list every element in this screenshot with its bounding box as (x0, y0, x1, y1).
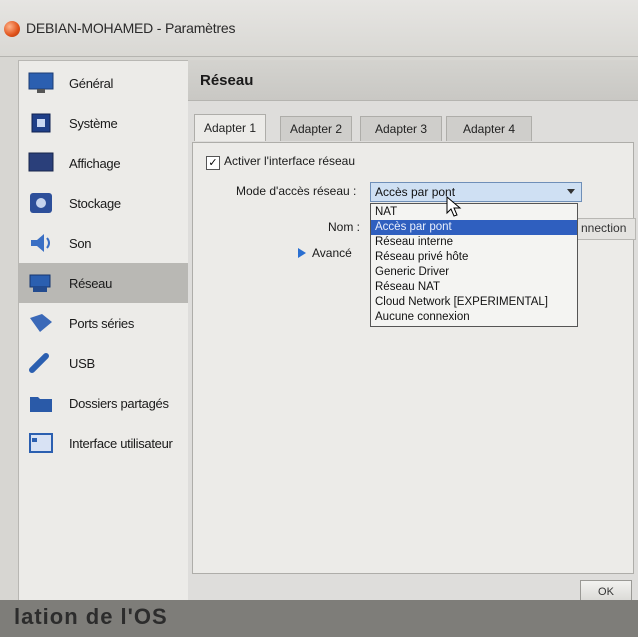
network-mode-dropdown: NAT Accès par pont Réseau interne Réseau… (370, 203, 578, 327)
background-text: lation de l'OS (14, 604, 168, 629)
settings-window: DEBIAN-MOHAMED - Paramètres Général Syst… (0, 0, 638, 637)
sidebar-item-user-interface[interactable]: Interface utilisateur (19, 423, 189, 463)
sidebar-item-label: Ports séries (69, 315, 135, 331)
sidebar-item-label: Système (69, 115, 118, 131)
serial-port-icon (27, 311, 55, 335)
window-title: DEBIAN-MOHAMED - Paramètres (26, 20, 236, 36)
dropdown-option-generic-driver[interactable]: Generic Driver (371, 265, 577, 280)
sidebar-item-label: Réseau (69, 275, 113, 291)
dropdown-option-internal[interactable]: Réseau interne (371, 235, 577, 250)
tab-adapter-2[interactable]: Adapter 2 (280, 116, 352, 141)
enable-adapter-label: Activer l'interface réseau (224, 154, 356, 168)
tab-adapter-3[interactable]: Adapter 3 (360, 116, 442, 141)
sidebar-item-label: Interface utilisateur (69, 435, 173, 451)
sidebar-item-serial-ports[interactable]: Ports séries (19, 303, 189, 343)
sidebar-item-label: Stockage (69, 195, 121, 211)
sidebar-item-display[interactable]: Affichage (19, 143, 189, 183)
sidebar-item-sound[interactable]: Son (19, 223, 189, 263)
tab-adapter-1[interactable]: Adapter 1 (194, 114, 266, 141)
display-icon (27, 151, 55, 175)
sidebar-item-general[interactable]: Général (19, 63, 189, 103)
monitor-icon (27, 71, 55, 95)
network-icon (27, 271, 55, 295)
speaker-icon (27, 231, 55, 255)
expand-arrow-icon[interactable] (298, 248, 306, 258)
ui-window-icon (27, 431, 55, 455)
advanced-toggle[interactable]: Avancé (312, 246, 352, 260)
settings-sidebar: Général Système Affichage Stockage Son R… (18, 60, 190, 602)
network-settings-panel: Réseau Adapter 1 Adapter 2 Adapter 3 Ada… (188, 60, 638, 600)
network-mode-value: Accès par pont (375, 185, 456, 199)
sidebar-item-system[interactable]: Système (19, 103, 189, 143)
usb-icon (27, 351, 55, 375)
chevron-down-icon (567, 189, 575, 194)
dropdown-option-not-attached[interactable]: Aucune connexion (371, 310, 577, 325)
dropdown-option-host-only[interactable]: Réseau privé hôte (371, 250, 577, 265)
dropdown-option-nat-network[interactable]: Réseau NAT (371, 280, 577, 295)
sidebar-item-label: Dossiers partagés (69, 395, 169, 411)
sidebar-item-label: Son (69, 235, 92, 251)
section-title: Réseau (200, 72, 254, 89)
sidebar-item-storage[interactable]: Stockage (19, 183, 189, 223)
sidebar-item-label: Affichage (69, 155, 121, 171)
adapter-name-value: nnection (581, 221, 627, 235)
dropdown-option-cloud-network[interactable]: Cloud Network [EXPERIMENTAL] (371, 295, 577, 310)
sidebar-item-label: Général (69, 75, 114, 91)
disk-icon (27, 191, 55, 215)
network-mode-select[interactable]: Accès par pont (370, 182, 582, 202)
virtualbox-app-icon (4, 21, 20, 37)
tab-adapter-4[interactable]: Adapter 4 (446, 116, 532, 141)
network-mode-label: Mode d'accès réseau : (236, 184, 357, 198)
mouse-cursor-icon (446, 196, 462, 217)
dropdown-option-bridged[interactable]: Accès par pont (371, 220, 577, 235)
folder-icon (27, 391, 55, 415)
dropdown-option-nat[interactable]: NAT (371, 205, 577, 220)
chip-icon (27, 111, 55, 135)
title-bar: DEBIAN-MOHAMED - Paramètres (0, 0, 638, 57)
sidebar-item-shared-folders[interactable]: Dossiers partagés (19, 383, 189, 423)
sidebar-item-usb[interactable]: USB (19, 343, 189, 383)
sidebar-item-network[interactable]: Réseau (19, 263, 189, 303)
adapter-name-label: Nom : (328, 220, 361, 234)
section-header: Réseau (188, 60, 638, 101)
enable-adapter-checkbox[interactable]: ✓ (206, 156, 220, 170)
sidebar-item-label: USB (69, 355, 95, 371)
